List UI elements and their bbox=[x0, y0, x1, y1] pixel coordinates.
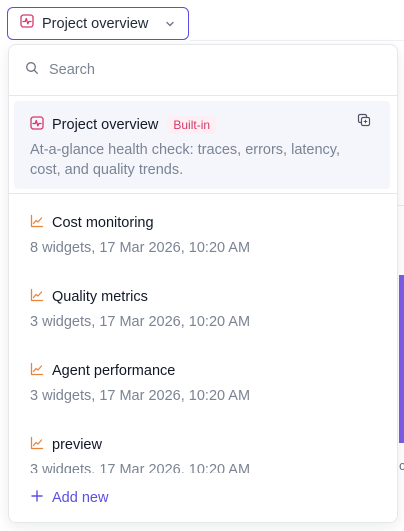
dashboard-item-title: Project overview bbox=[52, 117, 159, 133]
dashboard-item-project-overview[interactable]: Project overview Built-in At-a-glance he… bbox=[14, 101, 390, 189]
page: c Project overview Search Project overvi… bbox=[0, 0, 404, 531]
dashboard-item-title: preview bbox=[52, 437, 102, 453]
dashboard-list: Cost monitoring 8 widgets, 17 Mar 2026, … bbox=[9, 193, 397, 473]
line-chart-icon bbox=[30, 288, 44, 307]
line-chart-icon bbox=[30, 362, 44, 381]
plus-icon bbox=[31, 489, 43, 507]
duplicate-button[interactable] bbox=[355, 113, 373, 131]
dashboard-item-agent-performance[interactable]: Agent performance 3 widgets, 17 Mar 2026… bbox=[14, 361, 390, 411]
dashboard-item-meta: 8 widgets, 17 Mar 2026, 10:20 AM bbox=[30, 240, 251, 256]
built-in-badge: Built-in bbox=[167, 116, 217, 134]
search-icon bbox=[25, 61, 39, 80]
background-chart-bar bbox=[399, 275, 404, 443]
chevron-down-icon bbox=[164, 18, 176, 30]
add-new-button[interactable]: Add new bbox=[9, 474, 397, 522]
dashboard-item-description: At-a-glance health check: traces, errors… bbox=[30, 142, 341, 178]
dashboard-item-cost-monitoring[interactable]: Cost monitoring 8 widgets, 17 Mar 2026, … bbox=[14, 213, 390, 263]
dashboard-item-meta: 3 widgets, 17 Mar 2026, 10:20 AM bbox=[30, 314, 251, 330]
background-text-fragment: c bbox=[399, 458, 404, 473]
dashboard-pulse-icon bbox=[30, 115, 44, 135]
dashboard-item-title: Cost monitoring bbox=[52, 215, 154, 231]
dashboard-selector-label: Project overview bbox=[42, 15, 149, 32]
dashboard-selector-button[interactable]: Project overview bbox=[7, 7, 189, 40]
background-divider bbox=[190, 40, 404, 41]
dashboard-dropdown: Project overview Built-in At-a-glance he… bbox=[8, 44, 398, 523]
search-bar bbox=[9, 45, 397, 95]
search-input[interactable] bbox=[47, 61, 351, 79]
search-divider bbox=[9, 95, 397, 96]
add-new-label: Add new bbox=[52, 490, 109, 506]
dashboard-item-title: Quality metrics bbox=[52, 289, 148, 305]
dashboard-item-meta: 3 widgets, 17 Mar 2026, 10:20 AM bbox=[30, 462, 251, 473]
background-divider bbox=[398, 205, 404, 206]
dashboard-pulse-icon bbox=[20, 14, 34, 33]
line-chart-icon bbox=[30, 214, 44, 233]
dashboard-item-quality-metrics[interactable]: Quality metrics 3 widgets, 17 Mar 2026, … bbox=[14, 287, 390, 337]
copy-icon bbox=[357, 113, 371, 132]
line-chart-icon bbox=[30, 436, 44, 455]
dashboard-item-preview[interactable]: preview 3 widgets, 17 Mar 2026, 10:20 AM bbox=[14, 435, 390, 473]
dashboard-item-title: Agent performance bbox=[52, 363, 176, 379]
dashboard-item-meta: 3 widgets, 17 Mar 2026, 10:20 AM bbox=[30, 388, 251, 404]
